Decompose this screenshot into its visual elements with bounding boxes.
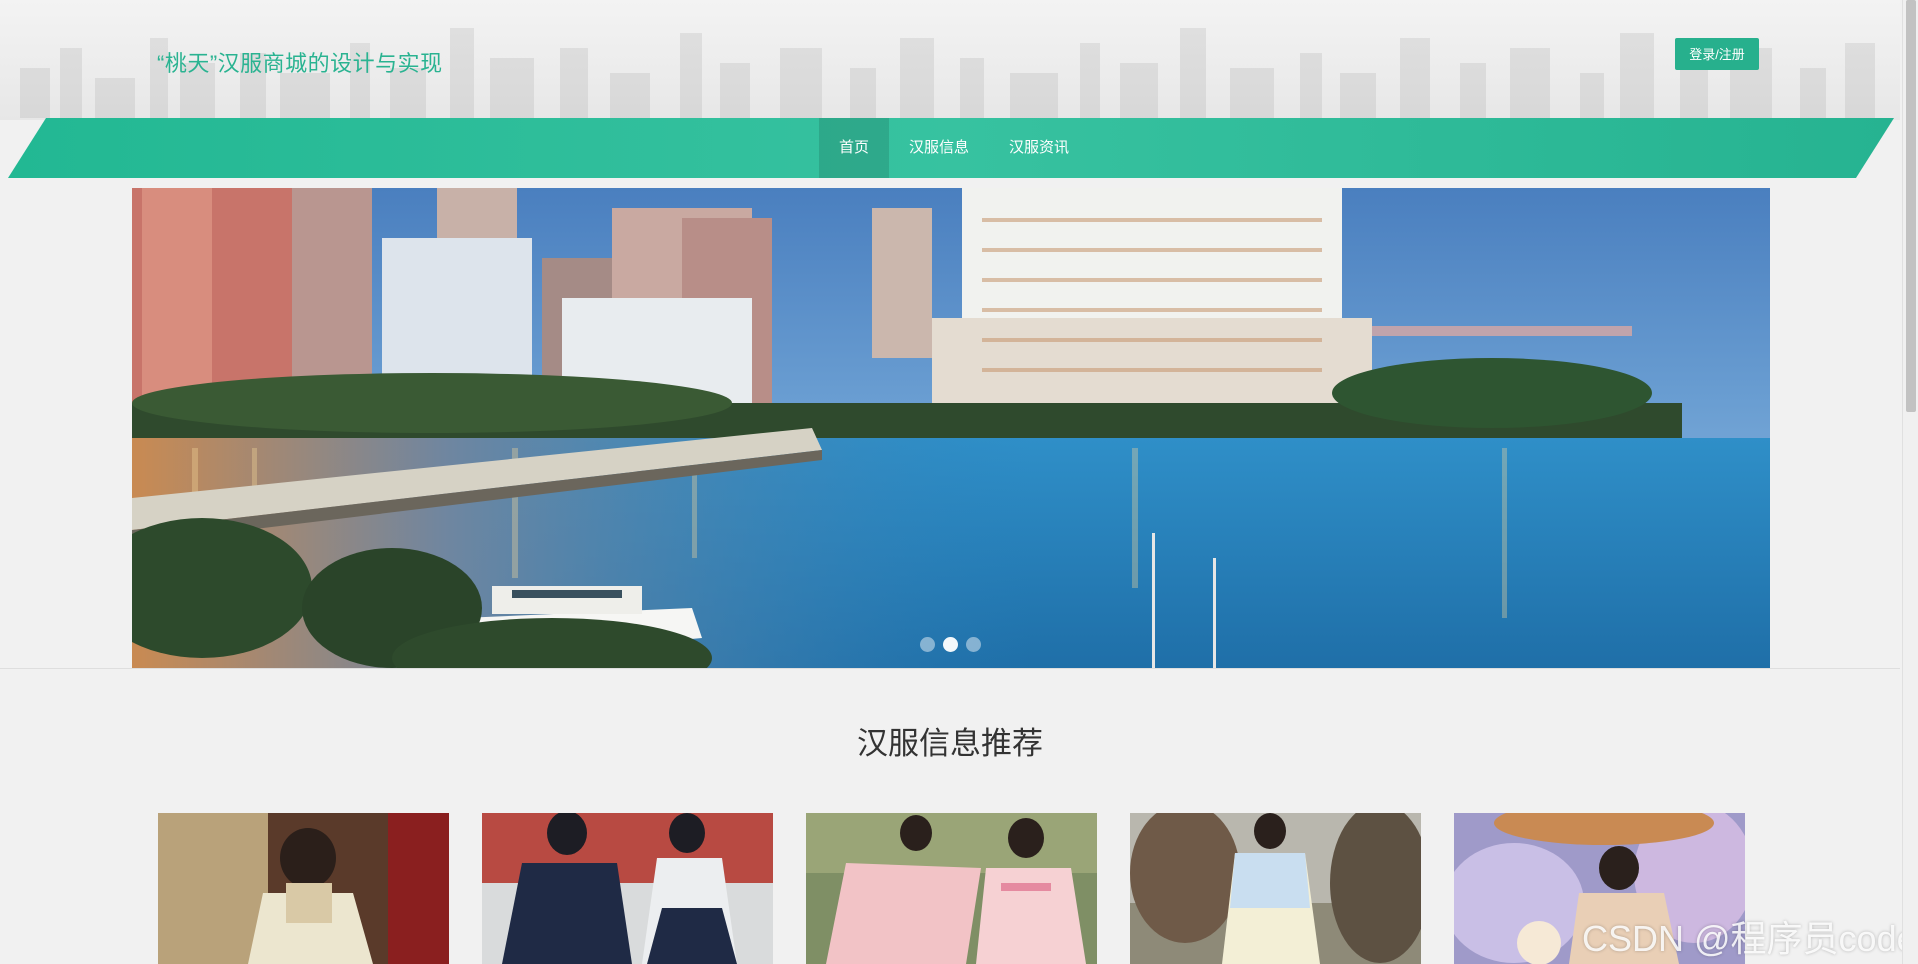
carousel-dot[interactable]: [966, 637, 981, 652]
page-scrollbar[interactable]: [1902, 0, 1918, 964]
hanfu-card[interactable]: [482, 813, 773, 964]
banner-image: [132, 188, 1770, 668]
carousel-indicators: [920, 637, 981, 652]
nav-item-home[interactable]: 首页: [819, 118, 890, 178]
hanfu-card[interactable]: [1130, 813, 1421, 964]
nav-item-hanfu-news[interactable]: 汉服资讯: [989, 118, 1089, 178]
carousel-dot[interactable]: [920, 637, 935, 652]
banner-carousel[interactable]: ›: [132, 188, 1770, 668]
section-title-hanfu-recommend: 汉服信息推荐: [857, 726, 1043, 761]
section-divider: [0, 668, 1900, 669]
carousel-dot-active[interactable]: [943, 637, 958, 652]
hanfu-card-image: [482, 813, 773, 964]
hanfu-card[interactable]: [806, 813, 1097, 964]
hanfu-card[interactable]: [158, 813, 449, 964]
site-title: “桃天”汉服商城的设计与实现: [157, 51, 443, 76]
site-header: “桃天”汉服商城的设计与实现 登录/注册: [0, 0, 1900, 120]
hanfu-card-image: [1130, 813, 1421, 964]
hanfu-card-image: [158, 813, 449, 964]
hanfu-card-image: [806, 813, 1097, 964]
login-register-button[interactable]: 登录/注册: [1675, 38, 1759, 70]
scrollbar-thumb[interactable]: [1906, 0, 1916, 412]
watermark-text: CSDN @程序员code: [1582, 918, 1917, 959]
main-nav: 首页 汉服信息 汉服资讯: [819, 118, 1089, 178]
nav-item-hanfu-info[interactable]: 汉服信息: [889, 118, 989, 178]
